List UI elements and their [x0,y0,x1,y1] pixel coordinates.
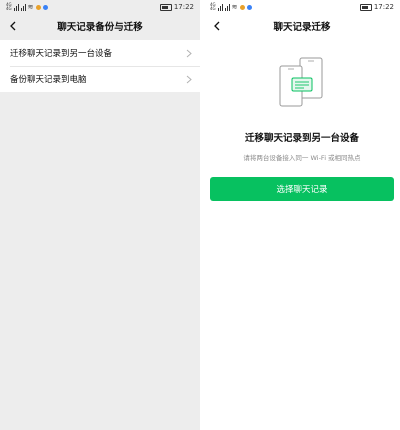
carrier-label: 4G 4G [210,2,216,11]
status-time: 17:22 [373,3,394,11]
list-item-label: 迁移聊天记录到另一台设备 [10,49,113,59]
nav-bar: 聊天记录备份与迁移 [0,14,200,38]
carrier-label: 4G 4G [6,2,12,11]
back-arrow-icon[interactable] [210,19,224,33]
page-title: 聊天记录备份与迁移 [57,22,143,33]
status-left: 4G 4G ≋ [210,3,252,11]
signal-icon-2 [20,3,26,11]
app-screenshot: 4G 4G ≋ 17:22 聊天记录备份与迁移 迁移聊天记录到另一台设备 备份聊… [0,0,400,430]
status-bar: 4G 4G ≋ 17:22 [204,0,400,14]
back-arrow-icon[interactable] [6,19,20,33]
app-notification-icon [239,4,245,10]
app-notification-icon [35,4,41,10]
signal-icon [13,3,19,11]
status-time: 17:22 [173,3,194,11]
status-right: 17:22 [159,3,194,11]
list-item-backup[interactable]: 备份聊天记录到电脑 [0,66,200,92]
signal-icon-2 [224,3,230,11]
wifi-hint-text: 请将两台设备接入同一 Wi-Fi 或相同热点 [243,154,361,162]
battery-icon [359,3,372,11]
wifi-icon: ≋ [231,3,238,11]
phone-transfer-illustration [204,56,400,108]
app-notification-icon-2 [246,4,252,10]
chevron-right-icon [186,49,192,57]
chevron-right-icon [186,75,192,83]
page-title: 聊天记录迁移 [273,22,331,33]
nav-bar: 聊天记录迁移 [204,14,400,38]
select-chat-history-button[interactable]: 选择聊天记录 [210,177,394,201]
signal-icon [217,3,223,11]
migration-screen: 4G 4G ≋ 17:22 聊天记录迁移 迁移聊天记录到另一台设备 请将两台设备… [204,0,400,430]
list-item-label: 备份聊天记录到电脑 [10,75,87,85]
status-bar: 4G 4G ≋ 17:22 [0,0,200,14]
battery-icon [159,3,172,11]
list-item-migrate[interactable]: 迁移聊天记录到另一台设备 [0,40,200,66]
status-right: 17:22 [359,3,394,11]
settings-list: 迁移聊天记录到另一台设备 备份聊天记录到电脑 [0,40,200,92]
wifi-icon: ≋ [27,3,34,11]
backup-migrate-screen: 4G 4G ≋ 17:22 聊天记录备份与迁移 迁移聊天记录到另一台设备 备份聊… [0,0,200,430]
status-left: 4G 4G ≋ [6,3,48,11]
migration-heading: 迁移聊天记录到另一台设备 [244,133,359,144]
app-notification-icon-2 [42,4,48,10]
